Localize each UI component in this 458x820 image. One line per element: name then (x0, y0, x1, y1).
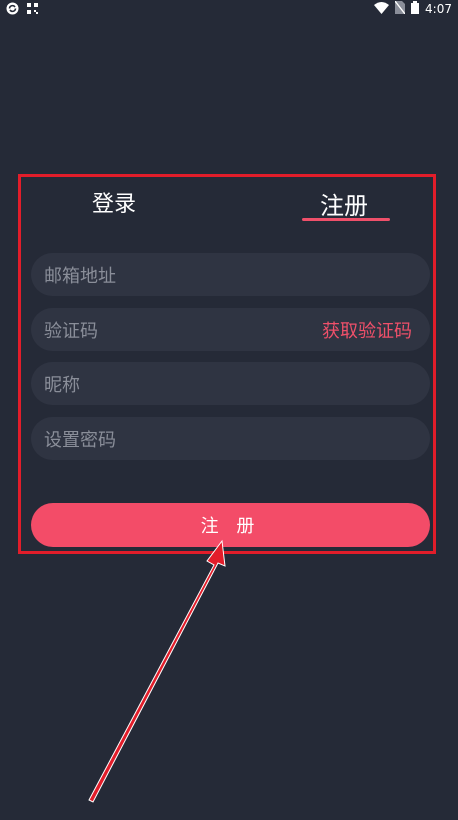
no-sim-icon (394, 0, 406, 17)
register-button[interactable]: 注 册 (31, 503, 430, 547)
nickname-field[interactable]: 昵称 (31, 362, 430, 405)
get-code-button[interactable]: 获取验证码 (322, 308, 412, 351)
status-left (6, 2, 38, 18)
status-right: 4:07 (374, 0, 452, 17)
qr-icon (27, 3, 38, 17)
email-placeholder: 邮箱地址 (44, 265, 116, 287)
wifi-icon (374, 1, 390, 17)
tab-register[interactable]: 注册 (320, 186, 368, 221)
email-field[interactable]: 邮箱地址 (31, 253, 430, 296)
status-time: 4:07 (425, 2, 452, 16)
verification-code-placeholder: 验证码 (44, 320, 98, 342)
nickname-placeholder: 昵称 (44, 374, 80, 396)
tab-login[interactable]: 登录 (92, 186, 136, 218)
battery-icon (411, 1, 420, 17)
verification-code-field[interactable]: 验证码 获取验证码 (31, 308, 430, 351)
status-bar: 4:07 (0, 0, 458, 18)
password-placeholder: 设置密码 (44, 429, 116, 451)
tab-register-underline (302, 218, 390, 221)
password-field[interactable]: 设置密码 (31, 417, 430, 460)
sync-icon (6, 2, 19, 18)
register-screen: 4:07 登录 注册 邮箱地址 验证码 获取验证码 昵称 设置密码 注 册 (0, 0, 458, 820)
